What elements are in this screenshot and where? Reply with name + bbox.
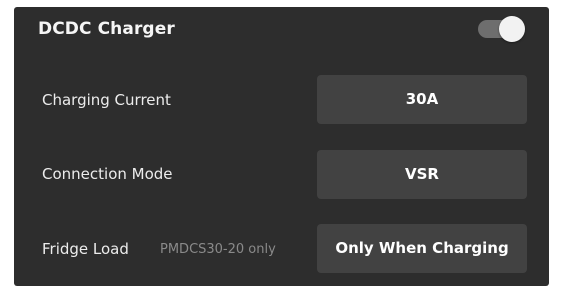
connection-mode-label: Connection Mode: [42, 165, 173, 183]
panel-title: DCDC Charger: [38, 19, 175, 39]
fridge-load-sublabel: PMDCS30-20 only: [160, 242, 276, 257]
charging-current-button[interactable]: 30A: [317, 75, 527, 124]
fridge-load-button[interactable]: Only When Charging: [317, 224, 527, 273]
connection-mode-button[interactable]: VSR: [317, 150, 527, 199]
dcdc-charger-panel: DCDC Charger Charging Current 30A Connec…: [14, 7, 549, 286]
charging-current-label: Charging Current: [42, 91, 171, 109]
fridge-load-label: Fridge Load: [42, 240, 129, 258]
dcdc-charger-toggle[interactable]: [476, 14, 528, 44]
toggle-knob: [499, 16, 525, 42]
